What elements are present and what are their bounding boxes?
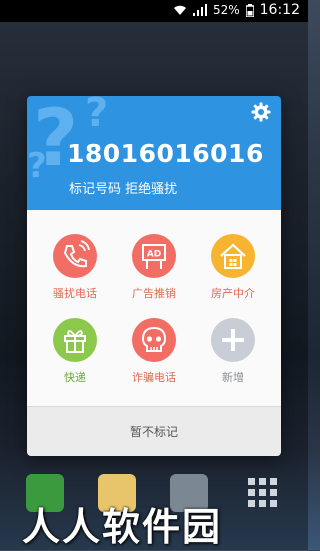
ad-sign-icon: AD (132, 234, 176, 278)
skip-mark-button[interactable]: 暂不标记 (27, 406, 281, 456)
category-label: 新增 (222, 371, 244, 384)
plus-icon (211, 318, 255, 362)
watermark: 人人软件园 (22, 505, 223, 549)
battery-icon (245, 3, 254, 17)
category-grid: 骚扰电话 AD 广告推销 房产中介 快递 诈骗电话 新增 (27, 210, 281, 406)
category-express[interactable]: 快递 (35, 318, 115, 385)
phone-harass-icon (53, 234, 97, 278)
signal-icon (192, 4, 207, 16)
category-label: 骚扰电话 (53, 287, 97, 300)
mark-number-dialog: ? ? ? 18016016016 标记号码 拒绝骚扰 骚扰电话 AD 广告推销… (27, 96, 281, 456)
category-ad-sales[interactable]: AD 广告推销 (114, 234, 194, 301)
gift-icon (53, 318, 97, 362)
category-label: 房产中介 (211, 287, 255, 300)
svg-text:AD: AD (147, 250, 161, 260)
question-mark-decoration-icon: ? (27, 146, 47, 186)
category-label: 广告推销 (132, 287, 176, 300)
category-label: 诈骗电话 (132, 371, 176, 384)
apps-grid-icon[interactable] (244, 474, 282, 512)
clock: 16:12 (259, 2, 300, 18)
question-mark-decoration-icon: ? (85, 96, 109, 136)
category-harass-call[interactable]: 骚扰电话 (35, 234, 115, 301)
gear-icon[interactable] (251, 102, 271, 122)
category-add-new[interactable]: 新增 (193, 318, 273, 385)
wifi-icon (173, 5, 186, 15)
house-icon (211, 234, 255, 278)
phone-number: 18016016016 (67, 139, 264, 168)
dialog-subtitle: 标记号码 拒绝骚扰 (69, 182, 178, 197)
battery-percent: 52% (212, 3, 240, 17)
status-bar: 52% 16:12 (0, 0, 308, 22)
skull-icon (132, 318, 176, 362)
dialog-header: ? ? ? 18016016016 标记号码 拒绝骚扰 (27, 96, 281, 210)
category-real-estate[interactable]: 房产中介 (193, 234, 273, 301)
category-label: 快递 (64, 371, 86, 384)
category-fraud-call[interactable]: 诈骗电话 (114, 318, 194, 385)
